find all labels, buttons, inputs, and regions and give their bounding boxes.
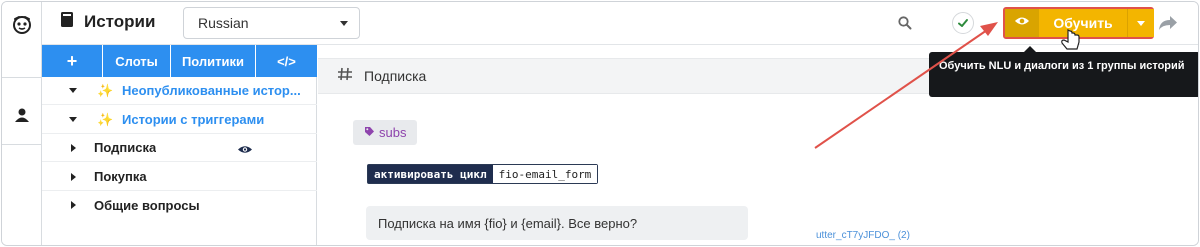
bot-response-text: Подписка на имя {fio} и {email}. Все вер… (378, 215, 638, 231)
chevron-right-icon[interactable] (71, 144, 76, 152)
chevron-down-icon[interactable] (69, 88, 77, 93)
bot-response[interactable]: Подписка на имя {fio} и {email}. Все вер… (366, 206, 748, 240)
sidebar-item-purchase[interactable]: Покупка (42, 163, 317, 191)
form-name: fio-email_form (492, 165, 598, 183)
stories-sidebar: + Слоты Политики </> ✨ Неопубликованные … (42, 45, 317, 245)
left-rail (2, 2, 42, 245)
page-title-group: Истории (60, 11, 155, 33)
form-activation[interactable]: активировать цикл fio-email_form (367, 164, 599, 184)
train-button-group: Обучить (1003, 7, 1154, 39)
check-status-icon[interactable] (952, 12, 974, 34)
story-title[interactable]: Подписка (364, 68, 426, 84)
top-bar: Истории Russian Обучить (42, 2, 1198, 45)
intent-tag[interactable]: subs (353, 120, 418, 145)
tab-code[interactable]: </> (256, 45, 317, 77)
page-title: Истории (84, 12, 156, 31)
book-icon (60, 11, 74, 33)
hash-icon (337, 67, 353, 86)
train-tooltip: Обучить NLU и диалоги из 1 группы истори… (929, 46, 1198, 97)
utter-reference-link[interactable]: utter_cT7yJFDO_ (2) (816, 230, 910, 241)
rail-divider (2, 77, 42, 78)
eye-icon (1014, 14, 1030, 32)
sparkles-icon: ✨ (97, 82, 114, 98)
train-button[interactable]: Обучить (1039, 9, 1127, 37)
logo-icon[interactable] (2, 8, 42, 40)
sidebar-item-label: Подписка (94, 140, 157, 155)
chevron-right-icon[interactable] (71, 173, 76, 181)
form-action-label: активировать цикл (368, 165, 493, 183)
sidebar-item-general-questions[interactable]: Общие вопросы (42, 191, 317, 219)
chevron-down-icon (340, 21, 348, 26)
sidebar-item-label: Покупка (94, 169, 147, 184)
sidebar-item-triggers[interactable]: ✨ Истории с триггерами (42, 106, 317, 134)
rail-divider (2, 144, 42, 145)
sidebar-item-label: Неопубликованные истор... (122, 83, 301, 98)
language-select-value: Russian (198, 15, 249, 31)
share-icon[interactable] (1156, 10, 1180, 36)
tab-policies[interactable]: Политики (171, 45, 256, 77)
user-icon[interactable] (2, 99, 42, 131)
chevron-down-icon[interactable] (69, 117, 77, 122)
chevron-down-icon (1137, 20, 1145, 26)
sidebar-item-label: Истории с триггерами (122, 112, 265, 127)
sidebar-item-label: Общие вопросы (94, 197, 200, 213)
eye-icon[interactable] (237, 143, 253, 158)
sidebar-tabs: + Слоты Политики </> (42, 45, 317, 77)
sidebar-item-unpublished[interactable]: ✨ Неопубликованные истор... (42, 77, 317, 105)
train-dropdown-button[interactable] (1127, 9, 1154, 37)
intent-name: subs (379, 125, 407, 140)
language-select[interactable]: Russian (183, 7, 360, 39)
tab-slots[interactable]: Слоты (103, 45, 171, 77)
sidebar-item-subscription[interactable]: Подписка (42, 134, 317, 162)
add-group-button[interactable]: + (42, 45, 103, 77)
tag-icon (364, 125, 375, 140)
chevron-right-icon[interactable] (71, 201, 76, 209)
search-icon[interactable] (896, 14, 914, 32)
app-frame: Истории Russian Обучить + Слоты Политики… (1, 1, 1199, 246)
train-preview-button[interactable] (1005, 9, 1039, 37)
sparkles-icon: ✨ (97, 111, 114, 127)
